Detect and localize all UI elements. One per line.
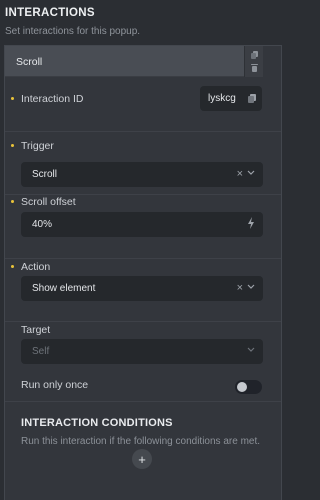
copy-icon[interactable] [251,51,258,59]
scroll-offset-value: 40% [32,219,53,230]
chevron-down-icon [247,170,255,175]
interaction-panel: Scroll Interaction ID lyskcg Trigger Scr… [4,45,282,500]
section-title: INTERACTIONS [5,7,95,19]
close-icon[interactable]: × [237,282,243,294]
modified-indicator [11,265,14,268]
scroll-offset-label: Scroll offset [21,196,76,208]
action-label: Action [21,261,51,273]
scroll-offset-row: Scroll offset 40% [5,195,281,259]
target-placeholder: Self [32,346,50,357]
chevron-down-icon [247,284,255,289]
trigger-row: Trigger Scroll × [5,132,281,195]
trigger-label: Trigger [21,140,54,152]
interactions-header: INTERACTIONS Set interactions for this p… [5,7,281,37]
close-icon[interactable]: × [237,168,243,180]
trigger-select[interactable]: Scroll × [21,162,263,187]
modified-indicator [11,144,14,147]
chevron-down-icon [247,347,255,352]
target-row: Target Self [5,322,281,372]
interaction-tab-actions [244,46,263,77]
modified-indicator [11,200,14,203]
modified-indicator [11,97,14,100]
run-only-once-row: Run only once [5,372,281,402]
interaction-tab-label: Scroll [16,56,43,68]
add-condition-button[interactable]: + [132,449,152,469]
scroll-offset-input[interactable]: 40% [21,212,263,237]
action-row: Action Show element × [5,259,281,322]
run-only-once-label: Run only once [21,379,89,391]
run-only-once-toggle[interactable] [235,380,262,394]
section-subtitle: Set interactions for this popup. [5,26,141,37]
toggle-knob [237,382,247,392]
conditions-description: Run this interaction if the following co… [21,436,261,447]
interaction-tab[interactable]: Scroll [5,46,263,77]
target-select[interactable]: Self [21,339,263,364]
delete-icon[interactable] [251,64,258,72]
lightning-icon[interactable] [247,217,255,229]
trigger-value: Scroll [32,169,58,180]
interaction-id-value: lyskcg [208,93,236,104]
action-select[interactable]: Show element × [21,276,263,301]
copy-icon[interactable] [248,94,256,103]
interaction-id-label: Interaction ID [21,93,84,105]
action-value: Show element [32,283,96,294]
interaction-id-row: Interaction ID lyskcg [5,77,281,132]
conditions-title: INTERACTION CONDITIONS [21,417,173,429]
interaction-id-field[interactable]: lyskcg [200,86,262,111]
target-label: Target [21,324,51,336]
